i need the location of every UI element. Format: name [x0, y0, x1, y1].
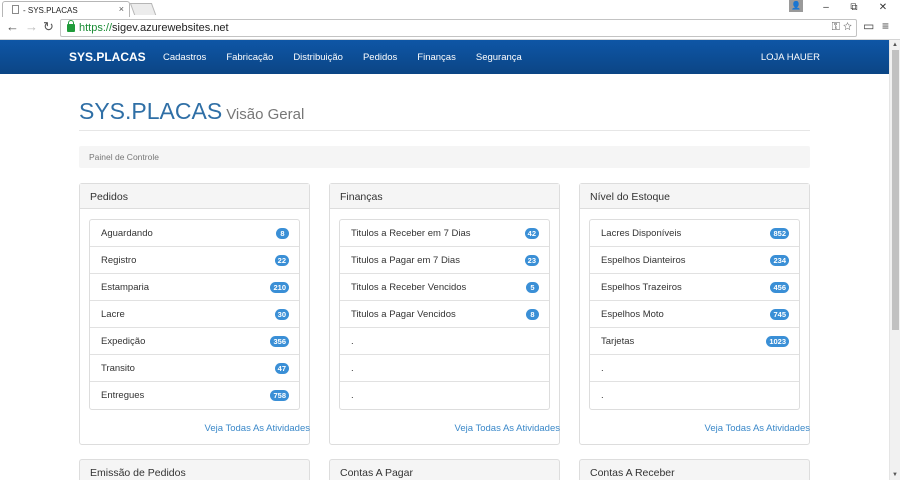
count-badge: 210 [270, 282, 289, 293]
count-badge: 356 [270, 336, 289, 347]
list-item[interactable]: Espelhos Moto 745 [590, 301, 799, 328]
list-item[interactable]: Registro 22 [90, 247, 299, 274]
lock-icon [67, 20, 75, 32]
list-item[interactable]: Titulos a Receber Vencidos 5 [340, 274, 549, 301]
count-badge: 234 [770, 255, 789, 266]
forward-arrow-icon[interactable]: → [25, 20, 38, 34]
count-badge: 47 [274, 363, 289, 374]
list-item[interactable]: Espelhos Trazeiros 456 [590, 274, 799, 301]
top-navbar: SYS.PLACAS Cadastros Fabricação Distribu… [0, 40, 889, 74]
back-arrow-icon[interactable]: ← [6, 20, 19, 34]
menu-item-cadastros[interactable]: Cadastros [163, 52, 206, 63]
list-item[interactable]: Titulos a Receber em 7 Dias 42 [340, 220, 549, 247]
page-favicon-icon [12, 5, 19, 14]
scrollbar-thumb[interactable] [892, 50, 899, 330]
bookmark-star-icon[interactable]: ☆ [843, 21, 852, 33]
reload-icon[interactable]: ↻ [43, 20, 54, 34]
view-all-link[interactable]: Veja Todas As Atividades [455, 423, 560, 434]
list-item[interactable]: Expedição 356 [90, 328, 299, 355]
panel-pedidos: Pedidos Aguardando 8 Registro 22 Estampari… [79, 183, 310, 445]
count-badge: 22 [274, 255, 289, 266]
store-name[interactable]: LOJA HAUER [761, 52, 820, 63]
cast-icon[interactable]: ▭ [863, 19, 874, 33]
page-content: SYS.PLACAS Cadastros Fabricação Distribu… [0, 40, 889, 480]
page-header: SYS.PLACAS Visão Geral [79, 98, 304, 125]
list-item[interactable]: Tarjetas 1023 [590, 328, 799, 355]
list-item[interactable]: . [590, 382, 799, 409]
tab-close-icon[interactable]: × [119, 4, 124, 14]
panel-title: Nível do Estoque [580, 184, 809, 209]
url-text: https://sigev.azurewebsites.net [79, 22, 229, 34]
list-item[interactable]: . [340, 382, 549, 409]
panel-list: Titulos a Receber em 7 Dias 42 Titulos a … [339, 219, 550, 410]
browser-tab[interactable]: - SYS.PLACAS × [2, 1, 130, 17]
count-badge: 30 [274, 309, 289, 320]
panel-title: Finanças [330, 184, 559, 209]
list-item[interactable]: Aguardando 8 [90, 220, 299, 247]
browser-toolbar: ← → ↻ https://sigev.azurewebsites.net ⚿ … [0, 17, 900, 40]
count-badge: 8 [526, 309, 539, 320]
list-item[interactable]: Titulos a Pagar Vencidos 8 [340, 301, 549, 328]
count-badge: 23 [524, 255, 539, 266]
minimize-button[interactable]: – [812, 0, 840, 16]
navbar-menu: Cadastros Fabricação Distribuição Pedido… [163, 52, 542, 63]
panel-emissao-pedidos: Emissão de Pedidos [79, 459, 310, 480]
browser-tabstrip: - SYS.PLACAS × 👤 – ⧉ ✕ [0, 0, 900, 17]
menu-item-distribuicao[interactable]: Distribuição [293, 52, 343, 63]
panel-contas-receber: Contas A Receber [579, 459, 810, 480]
list-item[interactable]: Entregues 758 [90, 382, 299, 409]
list-item[interactable]: . [590, 355, 799, 382]
vertical-scrollbar[interactable]: ▲ ▼ [889, 40, 900, 480]
menu-item-fabricacao[interactable]: Fabricação [226, 52, 273, 63]
page-title: SYS.PLACAS [79, 98, 223, 124]
count-badge: 5 [526, 282, 539, 293]
page-subtitle: Visão Geral [226, 106, 305, 123]
view-all-link[interactable]: Veja Todas As Atividades [205, 423, 310, 434]
tab-title: - SYS.PLACAS [23, 6, 78, 15]
count-badge: 8 [276, 228, 289, 239]
count-badge: 456 [770, 282, 789, 293]
panel-nivel-estoque: Nível do Estoque Lacres Disponíveis 852 E… [579, 183, 810, 445]
list-item[interactable]: Lacres Disponíveis 852 [590, 220, 799, 247]
list-item[interactable]: . [340, 355, 549, 382]
list-item[interactable]: Titulos a Pagar em 7 Dias 23 [340, 247, 549, 274]
new-tab-button[interactable] [129, 3, 157, 15]
menu-item-financas[interactable]: Finanças [417, 52, 456, 63]
header-divider [79, 130, 810, 131]
window-close-button[interactable]: ✕ [869, 0, 897, 16]
panel-contas-pagar: Contas A Pagar [329, 459, 560, 480]
list-item[interactable]: Espelhos Dianteiros 234 [590, 247, 799, 274]
breadcrumb: Painel de Controle [79, 146, 810, 168]
count-badge: 42 [524, 228, 539, 239]
restore-button[interactable]: ⧉ [840, 0, 868, 16]
scroll-down-icon[interactable]: ▼ [892, 472, 898, 478]
panel-list: Lacres Disponíveis 852 Espelhos Dianteiro… [589, 219, 800, 410]
count-badge: 758 [270, 390, 289, 401]
count-badge: 1023 [766, 336, 789, 347]
user-profile-icon[interactable]: 👤 [789, 0, 803, 12]
navbar-brand[interactable]: SYS.PLACAS [69, 50, 146, 64]
key-icon[interactable]: ⚿ [832, 21, 840, 33]
panel-financas: Finanças Titulos a Receber em 7 Dias 42 T… [329, 183, 560, 445]
menu-item-seguranca[interactable]: Segurança [476, 52, 522, 63]
list-item[interactable]: Lacre 30 [90, 301, 299, 328]
list-item[interactable]: Transito 47 [90, 355, 299, 382]
scroll-up-icon[interactable]: ▲ [892, 42, 898, 48]
list-item[interactable]: . [340, 328, 549, 355]
view-all-link[interactable]: Veja Todas As Atividades [705, 423, 810, 434]
menu-hamburger-icon[interactable]: ≡ [882, 19, 889, 33]
count-badge: 745 [770, 309, 789, 320]
count-badge: 852 [770, 228, 789, 239]
panel-title: Pedidos [80, 184, 309, 209]
panel-list: Aguardando 8 Registro 22 Estamparia 210 Lac… [89, 219, 300, 410]
menu-item-pedidos[interactable]: Pedidos [363, 52, 397, 63]
address-bar[interactable]: https://sigev.azurewebsites.net ⚿ ☆ [60, 19, 857, 37]
list-item[interactable]: Estamparia 210 [90, 274, 299, 301]
